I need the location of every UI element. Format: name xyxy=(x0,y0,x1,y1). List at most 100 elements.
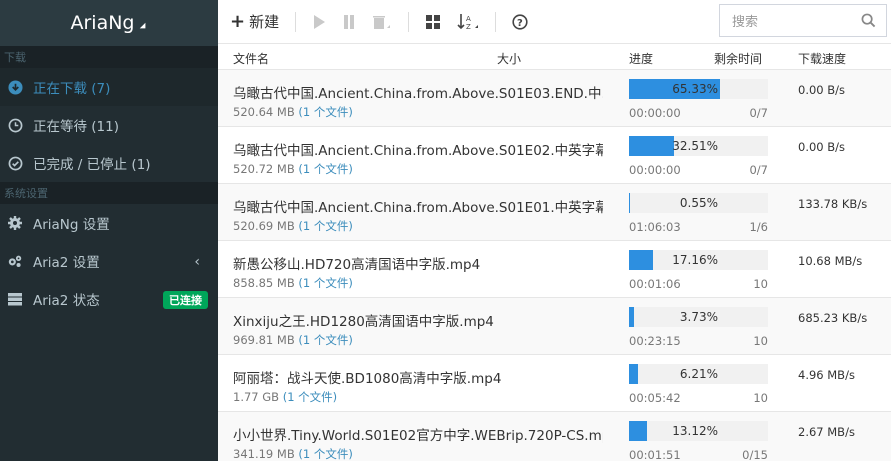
progress-bar: 6.21% xyxy=(629,364,768,384)
task-size: 858.85 MB xyxy=(233,276,295,290)
header-remaining[interactable]: 剩余时间 xyxy=(714,50,762,67)
help-button[interactable]: ? xyxy=(512,13,528,30)
sidebar-item-downloading[interactable]: 正在下载 (7) xyxy=(0,68,218,106)
task-files-link[interactable]: (1 个文件) xyxy=(298,333,352,347)
task-row[interactable]: 乌瞰古代中国.Ancient.China.from.Above.S01E03.E… xyxy=(218,70,891,127)
clock-icon xyxy=(7,117,23,133)
app-brand[interactable]: AriaNg xyxy=(0,0,218,46)
download-speed: 0.00 B/s xyxy=(798,83,846,97)
sidebar-item-label: AriaNg 设置 xyxy=(33,217,110,233)
task-files-link[interactable]: (1 个文件) xyxy=(298,219,352,233)
sidebar-item-label: Aria2 设置 xyxy=(33,255,100,271)
gears-icon xyxy=(7,253,23,269)
display-order-button[interactable] xyxy=(425,14,441,30)
remaining-time: 00:00:00 xyxy=(629,163,681,177)
remaining-time: 00:05:42 xyxy=(629,391,681,405)
pause-button[interactable] xyxy=(342,14,356,30)
download-speed: 2.67 MB/s xyxy=(798,425,855,439)
task-size: 969.81 MB xyxy=(233,333,295,347)
download-circle-icon xyxy=(7,79,23,95)
status-badge: 已连接 xyxy=(163,291,208,309)
task-files-link[interactable]: (1 个文件) xyxy=(298,105,352,119)
connections: 0/15 xyxy=(742,448,768,461)
connections: 0/7 xyxy=(749,106,768,120)
sidebar-item-ariang-settings[interactable]: AriaNg 设置 xyxy=(0,204,218,242)
task-name[interactable]: 小小世界.Tiny.World.S01E02官方中字.WEBrip.720P-C… xyxy=(233,424,603,444)
task-size: 520.72 MB xyxy=(233,162,295,176)
table-header: 文件名 大小 进度 剩余时间 下载速度 xyxy=(218,44,891,70)
gear-icon xyxy=(7,215,23,231)
task-meta: 520.72 MB (1 个文件) xyxy=(233,161,353,177)
sidebar-item-aria2-settings[interactable]: Aria2 设置 ‹ xyxy=(0,242,218,280)
task-files-link[interactable]: (1 个文件) xyxy=(298,162,352,176)
task-name[interactable]: 乌瞰古代中国.Ancient.China.from.Above.S01E02.中… xyxy=(233,139,603,159)
task-files-link[interactable]: (1 个文件) xyxy=(298,447,352,461)
task-row[interactable]: Xinxiju之王.HD1280高清国语中字版.mp4 969.81 MB (1 … xyxy=(218,298,891,355)
task-name[interactable]: 阿丽塔：战斗天使.BD1080高清中字版.mp4 xyxy=(233,367,603,387)
caret-icon xyxy=(139,22,148,32)
sidebar-item-completed[interactable]: 已完成 / 已停止 (1) xyxy=(0,144,218,182)
new-task-label: 新建 xyxy=(249,13,280,31)
task-meta: 858.85 MB (1 个文件) xyxy=(233,275,353,291)
new-task-button[interactable]: + 新建 xyxy=(230,11,279,32)
progress-text: 17.16% xyxy=(672,253,718,267)
task-row[interactable]: 小小世界.Tiny.World.S01E02官方中字.WEBrip.720P-C… xyxy=(218,412,891,461)
search-icon[interactable] xyxy=(861,13,876,28)
sidebar-item-waiting[interactable]: 正在等待 (11) xyxy=(0,106,218,144)
download-speed: 0.00 B/s xyxy=(798,140,846,154)
play-icon xyxy=(314,14,326,29)
pause-icon xyxy=(344,14,355,29)
task-meta: 520.69 MB (1 个文件) xyxy=(233,218,353,234)
connections: 10 xyxy=(753,334,768,348)
plus-icon: + xyxy=(230,11,246,32)
header-name[interactable]: 文件名 xyxy=(233,50,269,67)
start-button[interactable] xyxy=(312,14,326,30)
connections: 10 xyxy=(753,391,768,405)
header-size[interactable]: 大小 xyxy=(497,50,521,67)
toolbar: + 新建 AZ ? 搜索 xyxy=(218,0,891,44)
progress-text: 0.55% xyxy=(679,196,718,210)
grid-icon xyxy=(426,14,441,29)
progress-text: 32.51% xyxy=(672,139,718,153)
task-name[interactable]: 新愚公移山.HD720高清国语中字版.mp4 xyxy=(233,253,603,273)
progress-bar: 3.73% xyxy=(629,307,768,327)
task-row[interactable]: 新愚公移山.HD720高清国语中字版.mp4 858.85 MB (1 个文件) 1… xyxy=(218,241,891,298)
task-files-link[interactable]: (1 个文件) xyxy=(283,390,337,404)
remaining-time: 00:01:06 xyxy=(629,277,681,291)
task-row[interactable]: 阿丽塔：战斗天使.BD1080高清中字版.mp4 1.77 GB (1 个文件) 6… xyxy=(218,355,891,412)
sidebar-item-label: 已完成 / 已停止 (1) xyxy=(33,157,151,173)
task-size: 341.19 MB xyxy=(233,447,295,461)
sidebar: AriaNg 下载 正在下载 (7) 正在等待 (11) 已完成 / 已停止 (… xyxy=(0,0,218,461)
task-meta: 341.19 MB (1 个文件) xyxy=(233,446,353,461)
sidebar-item-aria2-status[interactable]: Aria2 状态 已连接 xyxy=(0,280,218,318)
search-input[interactable]: 搜索 xyxy=(719,4,887,37)
delete-button[interactable] xyxy=(372,14,392,30)
app-title: AriaNg xyxy=(70,12,135,34)
task-name[interactable]: 乌瞰古代中国.Ancient.China.from.Above.S01E03.E… xyxy=(233,82,603,102)
task-name[interactable]: Xinxiju之王.HD1280高清国语中字版.mp4 xyxy=(233,310,603,330)
task-meta: 1.77 GB (1 个文件) xyxy=(233,389,337,405)
progress-bar: 0.55% xyxy=(629,193,768,213)
remaining-time: 01:06:03 xyxy=(629,220,681,234)
check-circle-icon xyxy=(7,155,23,171)
progress-text: 6.21% xyxy=(679,367,718,381)
task-files-link[interactable]: (1 个文件) xyxy=(298,276,352,290)
connections: 10 xyxy=(753,277,768,291)
progress-bar: 65.33% xyxy=(629,79,768,99)
main-panel: + 新建 AZ ? 搜索 文件名 大小 进度 剩余时间 下载速度 乌瞰古代中国.… xyxy=(218,0,891,461)
download-speed: 4.96 MB/s xyxy=(798,368,855,382)
task-meta: 969.81 MB (1 个文件) xyxy=(233,332,353,348)
task-name[interactable]: 乌瞰古代中国.Ancient.China.from.Above.S01E01.中… xyxy=(233,196,603,216)
header-speed[interactable]: 下载速度 xyxy=(798,50,846,67)
progress-bar: 32.51% xyxy=(629,136,768,156)
trash-icon xyxy=(373,15,391,29)
download-speed: 10.68 MB/s xyxy=(798,254,863,268)
download-speed: 133.78 KB/s xyxy=(798,197,868,211)
connections: 1/6 xyxy=(749,220,768,234)
task-row[interactable]: 乌瞰古代中国.Ancient.China.from.Above.S01E02.中… xyxy=(218,127,891,184)
sort-alpha-icon: AZ xyxy=(457,13,479,31)
task-row[interactable]: 乌瞰古代中国.Ancient.China.from.Above.S01E01.中… xyxy=(218,184,891,241)
sort-button[interactable]: AZ xyxy=(457,13,479,31)
header-progress[interactable]: 进度 xyxy=(629,50,653,67)
task-size: 520.69 MB xyxy=(233,219,295,233)
